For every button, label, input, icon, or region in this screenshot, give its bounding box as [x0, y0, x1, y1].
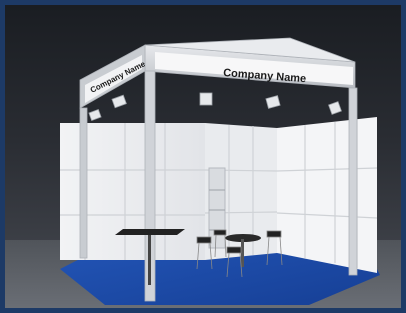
booth-illustration: Company Name Company Name — [5, 37, 401, 308]
spotlight-icon — [199, 92, 213, 106]
spotlight-icon — [265, 95, 281, 109]
spotlight-icon — [111, 94, 127, 109]
spotlight-icon — [88, 109, 102, 121]
display-shelf — [208, 167, 226, 249]
booth-scene: Company Name Company Name — [5, 5, 401, 308]
spotlights — [88, 92, 342, 121]
spotlight-icon — [328, 101, 342, 115]
